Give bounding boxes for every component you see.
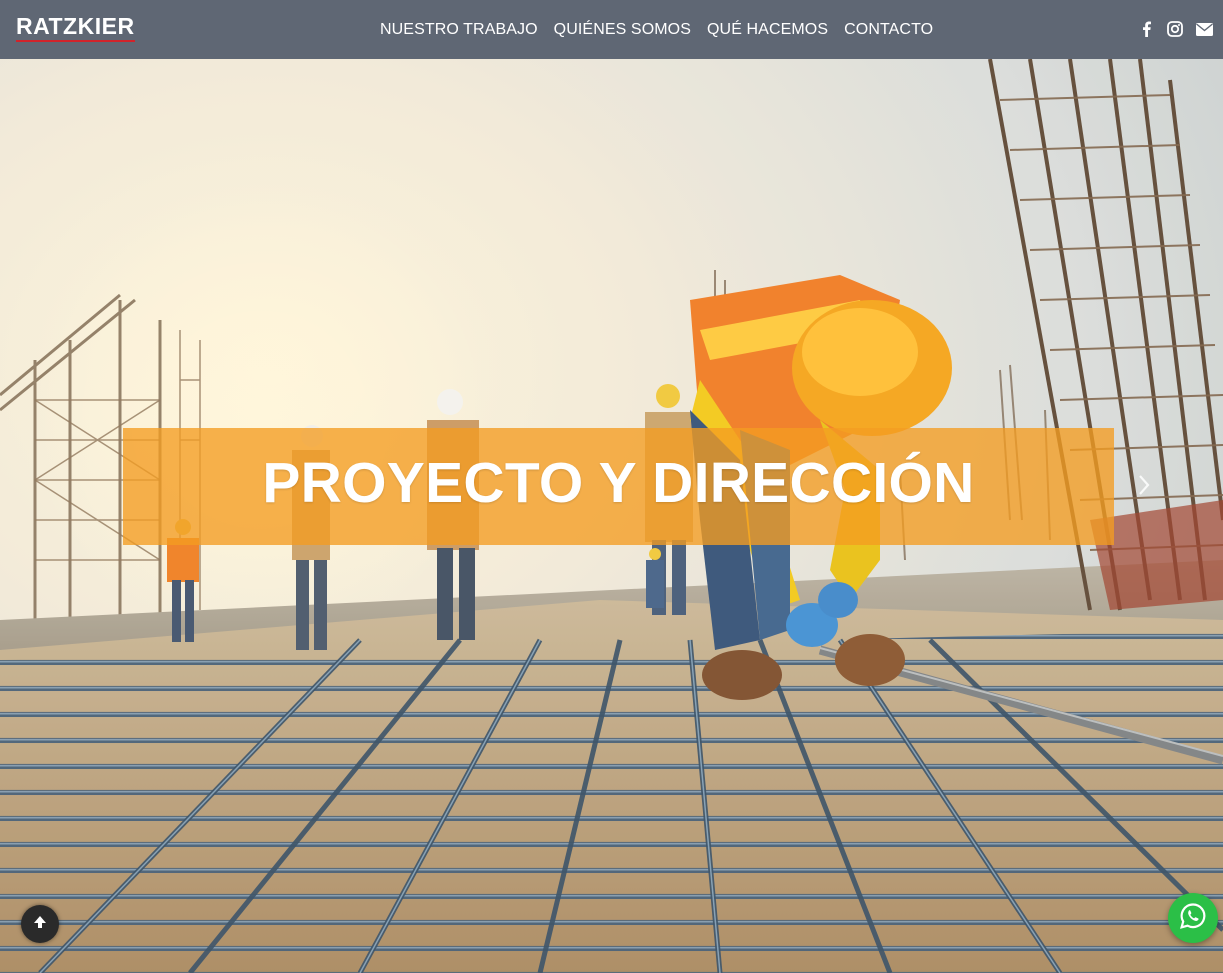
scroll-to-top-button[interactable] [21,905,59,943]
facebook-icon[interactable] [1136,19,1156,39]
instagram-icon[interactable] [1165,19,1185,39]
nav-link-nuestro-trabajo[interactable]: NUESTRO TRABAJO [372,21,546,39]
arrow-up-icon [33,915,47,934]
whatsapp-button[interactable] [1168,893,1218,943]
logo-underline [16,40,135,42]
page: RATZKIER NUESTRO TRABAJO QUIÉNES SOMOS Q… [0,0,1223,973]
nav-link-que-hacemos[interactable]: QUÉ HACEMOS [699,21,836,39]
main-nav: NUESTRO TRABAJO QUIÉNES SOMOS QUÉ HACEMO… [372,0,941,59]
logo[interactable]: RATZKIER [16,14,135,38]
slider-next-button[interactable] [1132,470,1156,504]
slide-caption: PROYECTO Y DIRECCIÓN [262,451,975,515]
chevron-right-icon [1138,474,1150,501]
slide-caption-box: PROYECTO Y DIRECCIÓN [123,428,1114,545]
social-links [1127,19,1214,39]
nav-link-quienes-somos[interactable]: QUIÉNES SOMOS [546,21,699,39]
site-header: RATZKIER NUESTRO TRABAJO QUIÉNES SOMOS Q… [0,0,1223,59]
whatsapp-icon [1179,902,1207,935]
envelope-icon[interactable] [1194,19,1214,39]
nav-link-contacto[interactable]: CONTACTO [836,21,941,39]
